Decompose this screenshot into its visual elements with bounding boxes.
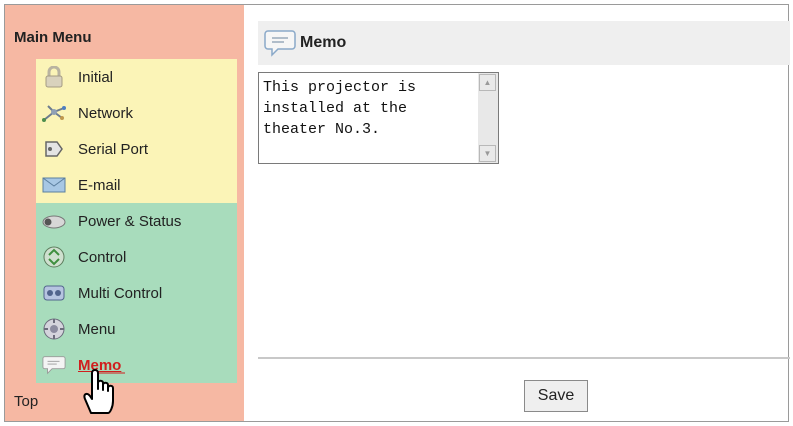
sidebar-item-network[interactable]: Network [36,95,237,131]
memo-icon [42,353,66,377]
sidebar-item-label: Network [78,104,134,122]
hand-cursor-icon [83,369,125,414]
network-icon [42,101,66,125]
divider [258,357,790,359]
sidebar-item-email[interactable]: E-mail [36,167,237,203]
sidebar-item-label: Power & Status [78,212,182,230]
main-menu-title: Main Menu [14,29,92,46]
sidebar-item-label: Serial Port [78,140,149,158]
menu-icon [42,317,66,341]
sidebar-item-power-status[interactable]: Power & Status [36,203,237,239]
multi-control-icon [42,281,66,305]
scroll-up-icon[interactable]: ▲ [479,74,496,91]
memo-textarea[interactable]: This projector is installed at the theat… [258,72,499,164]
sidebar-item-memo[interactable]: Memo [36,347,237,383]
page-header: Memo [258,21,790,65]
control-icon [42,245,66,269]
sidebar-item-serial-port[interactable]: Serial Port [36,131,237,167]
scroll-down-icon[interactable]: ▼ [479,145,496,162]
sidebar-item-label: Menu [78,320,116,338]
sidebar-item-menu[interactable]: Menu [36,311,237,347]
sidebar-item-control[interactable]: Control [36,239,237,275]
sidebar-item-label: E-mail [78,176,121,194]
projector-icon [42,209,66,233]
lock-icon [42,65,66,89]
web-page-frame: Main Menu Initial Network Serial Port E-… [4,4,790,422]
memo-icon [264,30,296,57]
save-button[interactable]: Save [524,380,588,412]
memo-scrollbar[interactable]: ▲ ▼ [478,73,498,163]
sidebar-item-label: Initial [78,68,114,86]
email-icon [42,173,66,197]
memo-text[interactable]: This projector is installed at the theat… [263,77,473,140]
sidebar: Main Menu Initial Network Serial Port E-… [5,5,244,421]
sidebar-item-initial[interactable]: Initial [36,59,237,95]
sidebar-item-label: Multi Control [78,284,163,302]
page-title: Memo [300,34,347,51]
top-link[interactable]: Top [14,393,38,410]
sidebar-item-multi-control[interactable]: Multi Control [36,275,237,311]
sidebar-item-label: Control [78,248,127,266]
serial-port-icon [42,137,66,161]
